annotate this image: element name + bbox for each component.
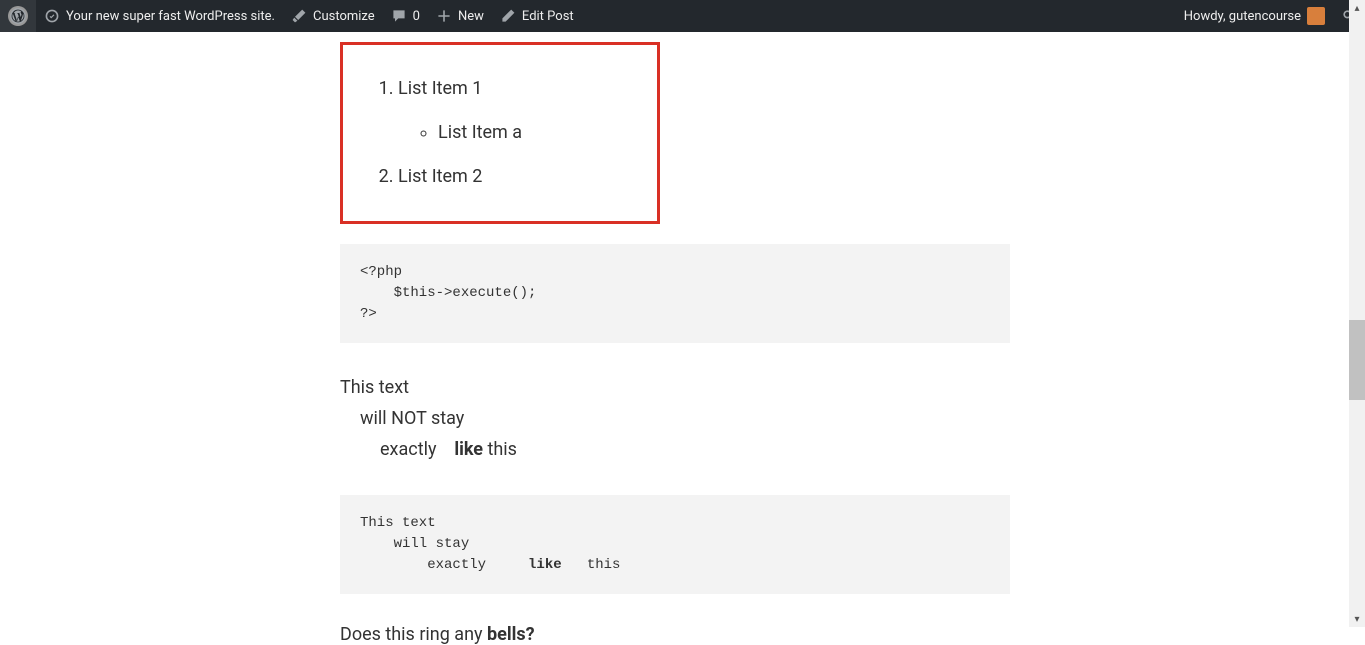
comment-icon: [391, 8, 407, 24]
comments-count: 0: [413, 9, 420, 24]
wp-logo-menu[interactable]: [0, 0, 36, 32]
text-line: This text: [340, 373, 1010, 404]
user-menu[interactable]: Howdy, gutencourse: [1176, 0, 1333, 32]
question-text: Does this ring any bells?: [340, 624, 1010, 645]
preformatted-block: This text will stay exactly like this: [340, 495, 1010, 594]
post-content: List Item 1 List Item a List Item 2 <?ph…: [340, 32, 1010, 645]
customize-label: Customize: [313, 9, 375, 24]
site-name-menu[interactable]: Your new super fast WordPress site.: [36, 0, 283, 32]
text-block: This text will NOT stay exactly like thi…: [340, 373, 1010, 465]
brush-icon: [291, 8, 307, 24]
ordered-list: List Item 1 List Item a List Item 2: [373, 75, 627, 191]
nested-list: List Item a: [398, 119, 627, 148]
highlighted-list-box: List Item 1 List Item a List Item 2: [340, 42, 660, 224]
wordpress-logo-icon: [8, 6, 28, 26]
scrollbar-thumb[interactable]: [1349, 320, 1365, 400]
comments-menu[interactable]: 0: [383, 0, 428, 32]
scrollbar-up-arrow[interactable]: ▴: [1349, 0, 1365, 16]
list-item-text: List Item 1: [398, 78, 482, 99]
admin-bar-left: Your new super fast WordPress site. Cust…: [0, 0, 582, 32]
code-block: <?php $this->execute(); ?>: [340, 244, 1010, 343]
customize-menu[interactable]: Customize: [283, 0, 383, 32]
edit-post-menu[interactable]: Edit Post: [492, 0, 582, 32]
scrollbar-track[interactable]: [1349, 0, 1365, 627]
list-item: List Item 1 List Item a: [398, 75, 627, 148]
user-avatar: [1307, 7, 1325, 25]
list-item: List Item a: [438, 119, 627, 148]
new-menu[interactable]: New: [428, 0, 492, 32]
admin-bar-right: Howdy, gutencourse: [1176, 0, 1365, 32]
dashboard-icon: [44, 8, 60, 24]
wp-admin-bar: Your new super fast WordPress site. Cust…: [0, 0, 1365, 32]
text-line: will NOT stay: [340, 404, 1010, 435]
site-name-label: Your new super fast WordPress site.: [66, 9, 275, 24]
greeting-label: Howdy, gutencourse: [1184, 9, 1301, 24]
text-line: exactly like this: [340, 435, 1010, 466]
list-item-text: List Item a: [438, 122, 522, 143]
new-label: New: [458, 9, 484, 24]
scrollbar-down-arrow[interactable]: ▾: [1349, 611, 1365, 627]
edit-post-label: Edit Post: [522, 9, 574, 24]
pencil-icon: [500, 8, 516, 24]
plus-icon: [436, 8, 452, 24]
list-item: List Item 2: [398, 163, 627, 192]
list-item-text: List Item 2: [398, 166, 482, 187]
